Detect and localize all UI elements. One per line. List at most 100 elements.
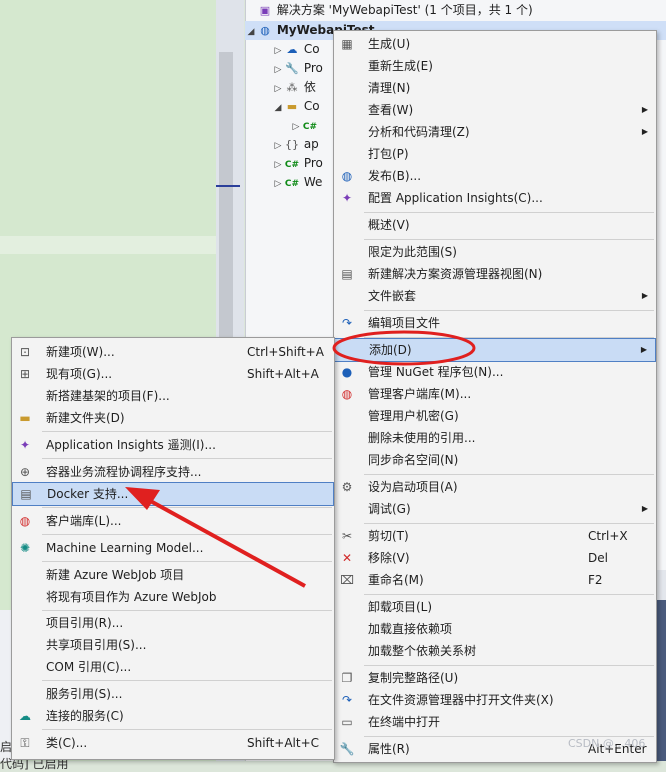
submenu-class[interactable]: ⚿ 类(C)... Shift+Alt+C bbox=[12, 732, 334, 754]
menu-cut[interactable]: ✂ 剪切(T) Ctrl+X bbox=[334, 525, 656, 547]
container-icon: ⊕ bbox=[19, 465, 31, 479]
menu-edit-project-file[interactable]: ↷ 编辑项目文件 bbox=[334, 312, 656, 334]
submenu-arrow-icon: ▶ bbox=[640, 345, 647, 354]
menu-open-in-explorer[interactable]: ↷ 在文件资源管理器中打开文件夹(X) bbox=[334, 689, 656, 711]
menu-manage-client-libs[interactable]: ◍ 管理客户端库(M)... bbox=[334, 383, 656, 405]
submenu-arrow-icon: ▶ bbox=[641, 105, 648, 114]
tree-item-properties[interactable]: ▷ 🔧 Pro bbox=[272, 59, 323, 78]
menu-separator bbox=[364, 665, 654, 666]
tree-item-program[interactable]: ▷ C# Pro bbox=[272, 154, 323, 173]
menu-copy-full-path[interactable]: ❐ 复制完整路径(U) bbox=[334, 667, 656, 689]
menu-configure-insights[interactable]: ✦ 配置 Application Insights(C)... bbox=[334, 187, 656, 209]
menu-add[interactable]: 添加(D) ▶ bbox=[334, 338, 656, 362]
existing-item-icon: ⊞ bbox=[19, 367, 31, 381]
menu-clean[interactable]: 清理(N) bbox=[334, 77, 656, 99]
new-item-icon: ⊡ bbox=[19, 345, 31, 359]
submenu-connected-services[interactable]: ☁ 连接的服务(C) bbox=[12, 705, 334, 727]
submenu-docker-support[interactable]: ▤ Docker 支持... bbox=[12, 482, 334, 506]
submenu-new-webjob[interactable]: 新建 Azure WebJob 项目 bbox=[12, 564, 334, 586]
submenu-existing-webjob[interactable]: 将现有项目作为 Azure WebJob bbox=[12, 586, 334, 608]
tree-item-controllers[interactable]: ◢ ▬ Co bbox=[272, 97, 320, 116]
menu-set-startup[interactable]: ⚙ 设为启动项目(A) bbox=[334, 476, 656, 498]
gear-icon: ⚙ bbox=[341, 480, 353, 494]
menu-manage-user-secrets[interactable]: 管理用户机密(G) bbox=[334, 405, 656, 427]
build-icon: ▦ bbox=[341, 37, 353, 51]
menu-debug[interactable]: 调试(G) ▶ bbox=[334, 498, 656, 520]
menu-load-direct-deps[interactable]: 加载直接依赖项 bbox=[334, 618, 656, 640]
submenu-com-reference[interactable]: COM 引用(C)... bbox=[12, 656, 334, 678]
delete-icon: ✕ bbox=[341, 551, 353, 565]
splitter-marker bbox=[216, 185, 240, 187]
cloud-icon: ☁ bbox=[19, 709, 31, 723]
menu-manage-nuget[interactable]: ● 管理 NuGet 程序包(N)... bbox=[334, 361, 656, 383]
menu-separator bbox=[42, 458, 332, 459]
tree-item-appsettings[interactable]: ▷{} ap bbox=[272, 135, 319, 154]
submenu-scaffolded-item[interactable]: 新搭建基架的项目(F)... bbox=[12, 385, 334, 407]
menu-load-dep-tree[interactable]: 加载整个依赖关系树 bbox=[334, 640, 656, 662]
submenu-client-library[interactable]: ◍ 客户端库(L)... bbox=[12, 510, 334, 532]
submenu-service-reference[interactable]: 服务引用(S)... bbox=[12, 683, 334, 705]
csharp-file-icon: C# bbox=[284, 179, 300, 189]
project-context-menu: ▦ 生成(U) 重新生成(E) 清理(N) 查看(W) ▶ 分析和代码清理(Z) ▶ … bbox=[333, 30, 657, 763]
insights-icon: ✦ bbox=[341, 191, 353, 205]
menu-rebuild[interactable]: 重新生成(E) bbox=[334, 55, 656, 77]
dependencies-icon: ⁂ bbox=[286, 81, 298, 94]
copy-icon: ❐ bbox=[341, 671, 353, 685]
submenu-container-orchestrator[interactable]: ⊕ 容器业务流程协调程序支持... bbox=[12, 461, 334, 483]
docker-icon: ▤ bbox=[20, 487, 32, 501]
submenu-shared-project-reference[interactable]: 共享项目引用(S)... bbox=[12, 634, 334, 656]
submenu-arrow-icon: ▶ bbox=[641, 291, 648, 300]
menu-sync-namespaces[interactable]: 同步命名空间(N) bbox=[334, 449, 656, 471]
menu-separator bbox=[364, 594, 654, 595]
tree-item-controller-file[interactable]: ▷ C# bbox=[290, 116, 318, 135]
class-icon: ⚿ bbox=[20, 736, 30, 750]
client-lib-icon: ◍ bbox=[341, 387, 353, 401]
menu-rename[interactable]: ⌧ 重命名(M) F2 bbox=[334, 569, 656, 591]
menu-view[interactable]: 查看(W) ▶ bbox=[334, 99, 656, 121]
menu-open-in-terminal[interactable]: ▭ 在终端中打开 bbox=[334, 711, 656, 733]
wrench-icon: 🔧 bbox=[285, 62, 299, 75]
menu-remove[interactable]: ✕ 移除(V) Del bbox=[334, 547, 656, 569]
menu-pack[interactable]: 打包(P) bbox=[334, 143, 656, 165]
nuget-icon: ● bbox=[341, 365, 353, 379]
new-view-icon: ▤ bbox=[341, 267, 353, 281]
menu-separator bbox=[364, 310, 654, 311]
menu-separator bbox=[42, 534, 332, 535]
tree-item-connected[interactable]: ▷ ☁ Co bbox=[272, 40, 320, 59]
solution-title: 解决方案 'MyWebapiTest' (1 个项目，共 1 个) bbox=[276, 3, 533, 17]
solution-icon: ▣ bbox=[259, 4, 271, 17]
cloud-icon: ☁ bbox=[286, 43, 298, 56]
submenu-new-item[interactable]: ⊡ 新建项(W)... Ctrl+Shift+A bbox=[12, 341, 334, 363]
menu-separator bbox=[364, 474, 654, 475]
designer-row-strip bbox=[0, 236, 216, 254]
menu-remove-unused-refs[interactable]: 删除未使用的引用... bbox=[334, 427, 656, 449]
menu-overview[interactable]: 概述(V) bbox=[334, 214, 656, 236]
tree-item-weatherforecast[interactable]: ▷ C# We bbox=[272, 173, 323, 192]
submenu-arrow-icon: ▶ bbox=[641, 127, 648, 136]
menu-unload-project[interactable]: 卸载项目(L) bbox=[334, 596, 656, 618]
terminal-icon: ▭ bbox=[341, 715, 353, 729]
rename-icon: ⌧ bbox=[340, 573, 354, 587]
tree-item-dependencies[interactable]: ▷ ⁂ 依 bbox=[272, 78, 316, 97]
web-project-icon: ◍ bbox=[260, 24, 270, 37]
menu-build[interactable]: ▦ 生成(U) bbox=[334, 33, 656, 55]
submenu-new-folder[interactable]: ▬ 新建文件夹(D) bbox=[12, 407, 334, 429]
menu-analyze[interactable]: 分析和代码清理(Z) ▶ bbox=[334, 121, 656, 143]
menu-file-nesting[interactable]: 文件嵌套 ▶ bbox=[334, 285, 656, 307]
submenu-existing-item[interactable]: ⊞ 现有项(G)... Shift+Alt+A bbox=[12, 363, 334, 385]
submenu-project-reference[interactable]: 项目引用(R)... bbox=[12, 612, 334, 634]
insights-icon: ✦ bbox=[19, 438, 31, 452]
menu-separator bbox=[42, 680, 332, 681]
menu-new-solution-view[interactable]: ▤ 新建解决方案资源管理器视图(N) bbox=[334, 263, 656, 285]
edit-icon: ↷ bbox=[341, 316, 353, 330]
submenu-app-insights[interactable]: ✦ Application Insights 遥测(I)... bbox=[12, 434, 334, 456]
wrench-icon: 🔧 bbox=[339, 742, 355, 756]
globe-icon: ◍ bbox=[341, 169, 353, 183]
menu-separator bbox=[42, 431, 332, 432]
add-submenu: ⊡ 新建项(W)... Ctrl+Shift+A ⊞ 现有项(G)... Shift+A… bbox=[11, 337, 335, 760]
menu-publish[interactable]: ◍ 发布(B)... bbox=[334, 165, 656, 187]
solution-node[interactable]: ▣ 解决方案 'MyWebapiTest' (1 个项目，共 1 个) bbox=[245, 1, 533, 20]
menu-scope-to-this[interactable]: 限定为此范围(S) bbox=[334, 241, 656, 263]
scissors-icon: ✂ bbox=[341, 529, 353, 543]
submenu-ml-model[interactable]: ✺ Machine Learning Model... bbox=[12, 537, 334, 559]
